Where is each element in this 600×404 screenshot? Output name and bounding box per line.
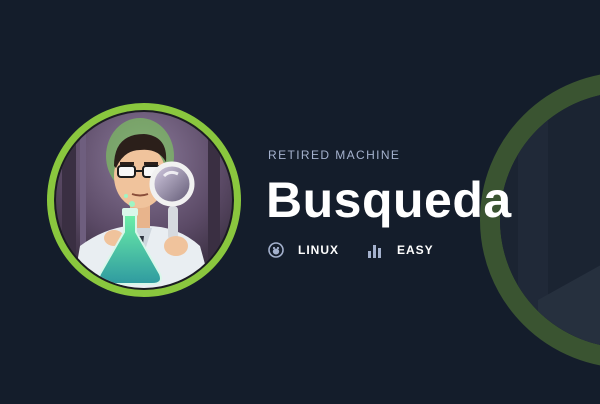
machine-status-label: RETIRED MACHINE — [268, 148, 401, 162]
os-label: LINUX — [298, 243, 339, 257]
machine-name: Busqueda — [266, 172, 512, 228]
difficulty-label: EASY — [397, 243, 434, 257]
difficulty-bars-icon — [368, 245, 381, 258]
machine-banner: RETIRED MACHINE Busqueda LINUX EASY — [0, 0, 600, 404]
linux-penguin-icon — [268, 242, 284, 258]
scientist-magnifier-icon — [56, 112, 232, 288]
machine-avatar — [47, 103, 241, 297]
difficulty-badge: EASY — [367, 242, 434, 258]
machine-meta: LINUX EASY — [268, 240, 462, 260]
os-badge: LINUX — [268, 242, 339, 258]
